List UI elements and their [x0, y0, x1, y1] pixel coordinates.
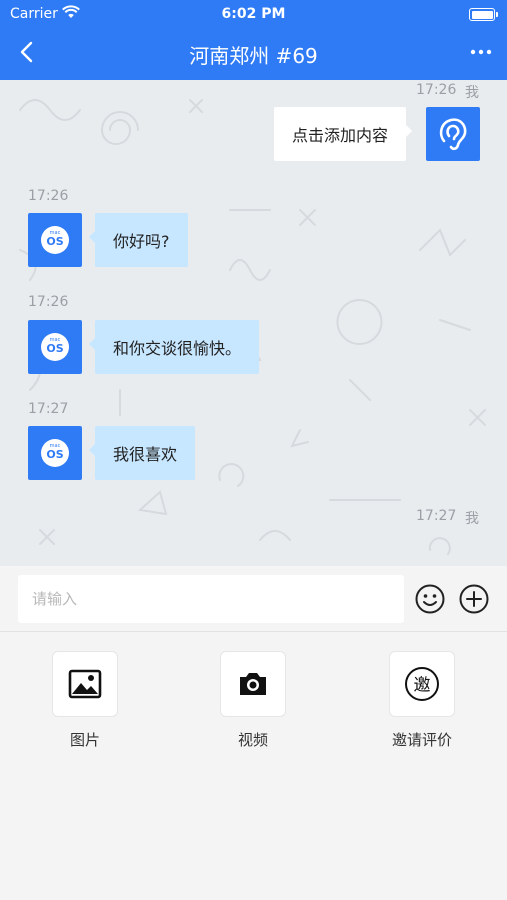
- invite-icon: 邀: [405, 667, 439, 701]
- invite-review-tile[interactable]: 邀: [389, 651, 455, 717]
- message-text: 和你交谈很愉快。: [113, 339, 242, 358]
- macos-logo-icon: mac OS: [41, 439, 69, 467]
- message-input[interactable]: [18, 575, 404, 623]
- message-time: 17:26: [28, 188, 69, 204]
- image-icon: [68, 669, 102, 699]
- image-tile[interactable]: [52, 651, 118, 717]
- header-bar: Carrier 6:02 PM 河南郑州 #69: [0, 0, 507, 80]
- invite-review-label: 邀请评价: [391, 731, 452, 749]
- avatar-contact[interactable]: mac OS: [28, 213, 82, 267]
- svg-text:邀: 邀: [414, 676, 431, 696]
- status-bar: Carrier 6:02 PM: [0, 4, 507, 24]
- message-text: 你好吗?: [113, 232, 170, 251]
- message-time: 17:26: [416, 82, 457, 98]
- message-time: 17:27: [416, 508, 457, 524]
- avatar-contact[interactable]: mac OS: [28, 320, 82, 374]
- avatar-self[interactable]: [426, 107, 480, 161]
- message-bubble-incoming[interactable]: 我很喜欢: [88, 426, 196, 480]
- battery-icon: [469, 8, 498, 21]
- message-bubble-incoming[interactable]: 和你交谈很愉快。: [88, 320, 260, 374]
- chat-area[interactable]: 17:26 我 点击添加内容 17:26 mac OS 你好吗? 17:26 m…: [0, 80, 507, 566]
- video-label: 视频: [237, 731, 268, 749]
- invite-review-button[interactable]: 邀 邀请评价: [377, 651, 467, 750]
- video-tile[interactable]: [220, 651, 286, 717]
- message-time: 17:27: [28, 401, 69, 417]
- more-options-icon[interactable]: [469, 40, 493, 64]
- message-text: 我很喜欢: [113, 445, 178, 464]
- avatar-contact[interactable]: mac OS: [28, 426, 82, 480]
- macos-logo-icon: mac OS: [41, 226, 69, 254]
- input-bar: [0, 566, 507, 632]
- video-button[interactable]: 视频: [208, 651, 298, 750]
- message-bubble-outgoing[interactable]: 点击添加内容: [274, 107, 413, 161]
- page-title: 河南郑州 #69: [189, 44, 318, 68]
- message-text: 点击添加内容: [292, 126, 389, 145]
- image-button[interactable]: 图片: [40, 651, 130, 750]
- macos-logo-icon: mac OS: [41, 333, 69, 361]
- image-label: 图片: [69, 731, 100, 749]
- emoji-icon[interactable]: [414, 583, 446, 615]
- message-time: 17:26: [28, 294, 69, 310]
- message-bubble-incoming[interactable]: 你好吗?: [89, 213, 188, 267]
- add-icon[interactable]: [458, 583, 490, 615]
- attachment-panel: 图片 视频 邀 邀请评价: [0, 633, 507, 900]
- ear-logo-icon: [439, 118, 467, 151]
- nav-bar: 河南郑州 #69: [0, 30, 507, 74]
- camera-icon: [240, 673, 266, 695]
- message-sender: 我: [465, 511, 479, 527]
- clock: 6:02 PM: [221, 6, 286, 22]
- message-sender: 我: [465, 85, 479, 101]
